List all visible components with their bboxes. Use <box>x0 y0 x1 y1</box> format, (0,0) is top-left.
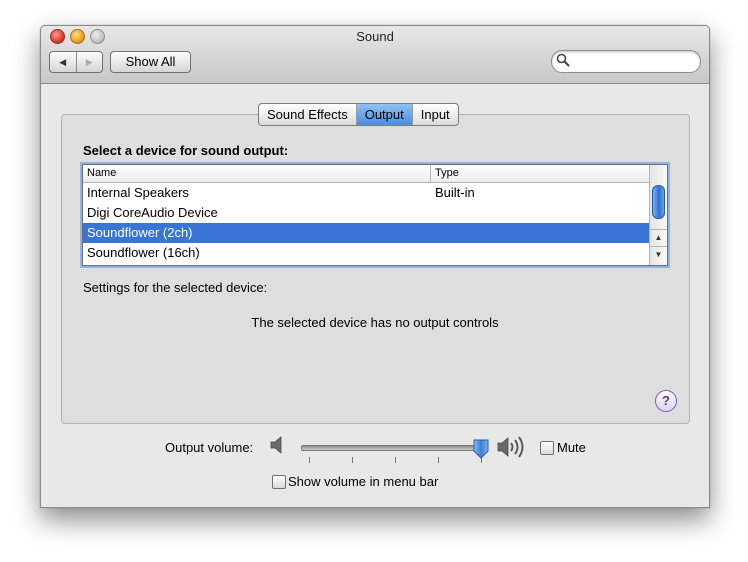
scrollbar-thumb[interactable] <box>652 185 665 219</box>
search-icon <box>556 53 570 67</box>
volume-slider-track[interactable] <box>301 445 487 451</box>
output-device-table: Name Type Internal Speakers Built-in Dig… <box>82 164 668 266</box>
device-name: Digi CoreAudio Device <box>87 205 218 220</box>
volume-slider-knob[interactable] <box>472 438 490 460</box>
scroll-up-arrow-icon[interactable]: ▲ <box>650 229 667 246</box>
table-row[interactable]: Digi CoreAudio Device <box>83 203 649 223</box>
speaker-low-icon[interactable] <box>269 434 287 456</box>
device-name: Internal Speakers <box>87 185 189 200</box>
column-header-type[interactable]: Type <box>431 165 625 182</box>
column-header-name[interactable]: Name <box>83 165 431 182</box>
speaker-high-icon[interactable] <box>496 434 528 460</box>
tab-sound-effects[interactable]: Sound Effects <box>259 104 357 125</box>
show-volume-menubar-checkbox[interactable] <box>272 475 286 489</box>
tab-input[interactable]: Input <box>413 104 458 125</box>
help-button[interactable]: ? <box>655 390 677 412</box>
output-volume-label: Output volume: <box>165 440 254 455</box>
device-name: Soundflower (2ch) <box>87 225 193 240</box>
mute-checkbox[interactable] <box>540 441 554 455</box>
no-controls-message: The selected device has no output contro… <box>251 315 499 330</box>
tab-bar: Sound Effects Output Input <box>258 103 459 126</box>
show-volume-menubar-label[interactable]: Show volume in menu bar <box>288 474 438 489</box>
device-name: Soundflower (16ch) <box>87 245 200 260</box>
output-panel <box>61 114 690 424</box>
device-type: Built-in <box>435 185 475 200</box>
volume-slider-ticks <box>301 457 491 465</box>
mute-label[interactable]: Mute <box>557 440 586 455</box>
table-row-selected[interactable]: Soundflower (2ch) <box>83 223 649 243</box>
window-title: Sound <box>356 29 394 44</box>
settings-label: Settings for the selected device: <box>83 280 268 295</box>
tab-output[interactable]: Output <box>356 104 413 125</box>
search-field[interactable] <box>551 50 701 73</box>
device-section-label: Select a device for sound output: <box>83 143 289 158</box>
search-input[interactable] <box>574 53 692 68</box>
back-button[interactable]: ◀ <box>50 52 77 72</box>
forward-button[interactable]: ▶ <box>77 52 103 72</box>
back-forward-control: ◀ ▶ <box>49 51 103 73</box>
sound-preferences-window: Sound ◀ ▶ Show All Sound Effects Output … <box>40 25 710 508</box>
table-row[interactable]: Internal Speakers Built-in <box>83 183 649 203</box>
table-scrollbar[interactable]: ▲ ▼ <box>649 165 667 265</box>
scroll-down-arrow-icon[interactable]: ▼ <box>650 246 667 263</box>
table-header: Name Type <box>83 165 649 183</box>
show-all-button[interactable]: Show All <box>110 51 191 73</box>
titlebar: Sound ◀ ▶ Show All <box>41 26 709 84</box>
table-row[interactable]: Soundflower (16ch) <box>83 243 649 263</box>
